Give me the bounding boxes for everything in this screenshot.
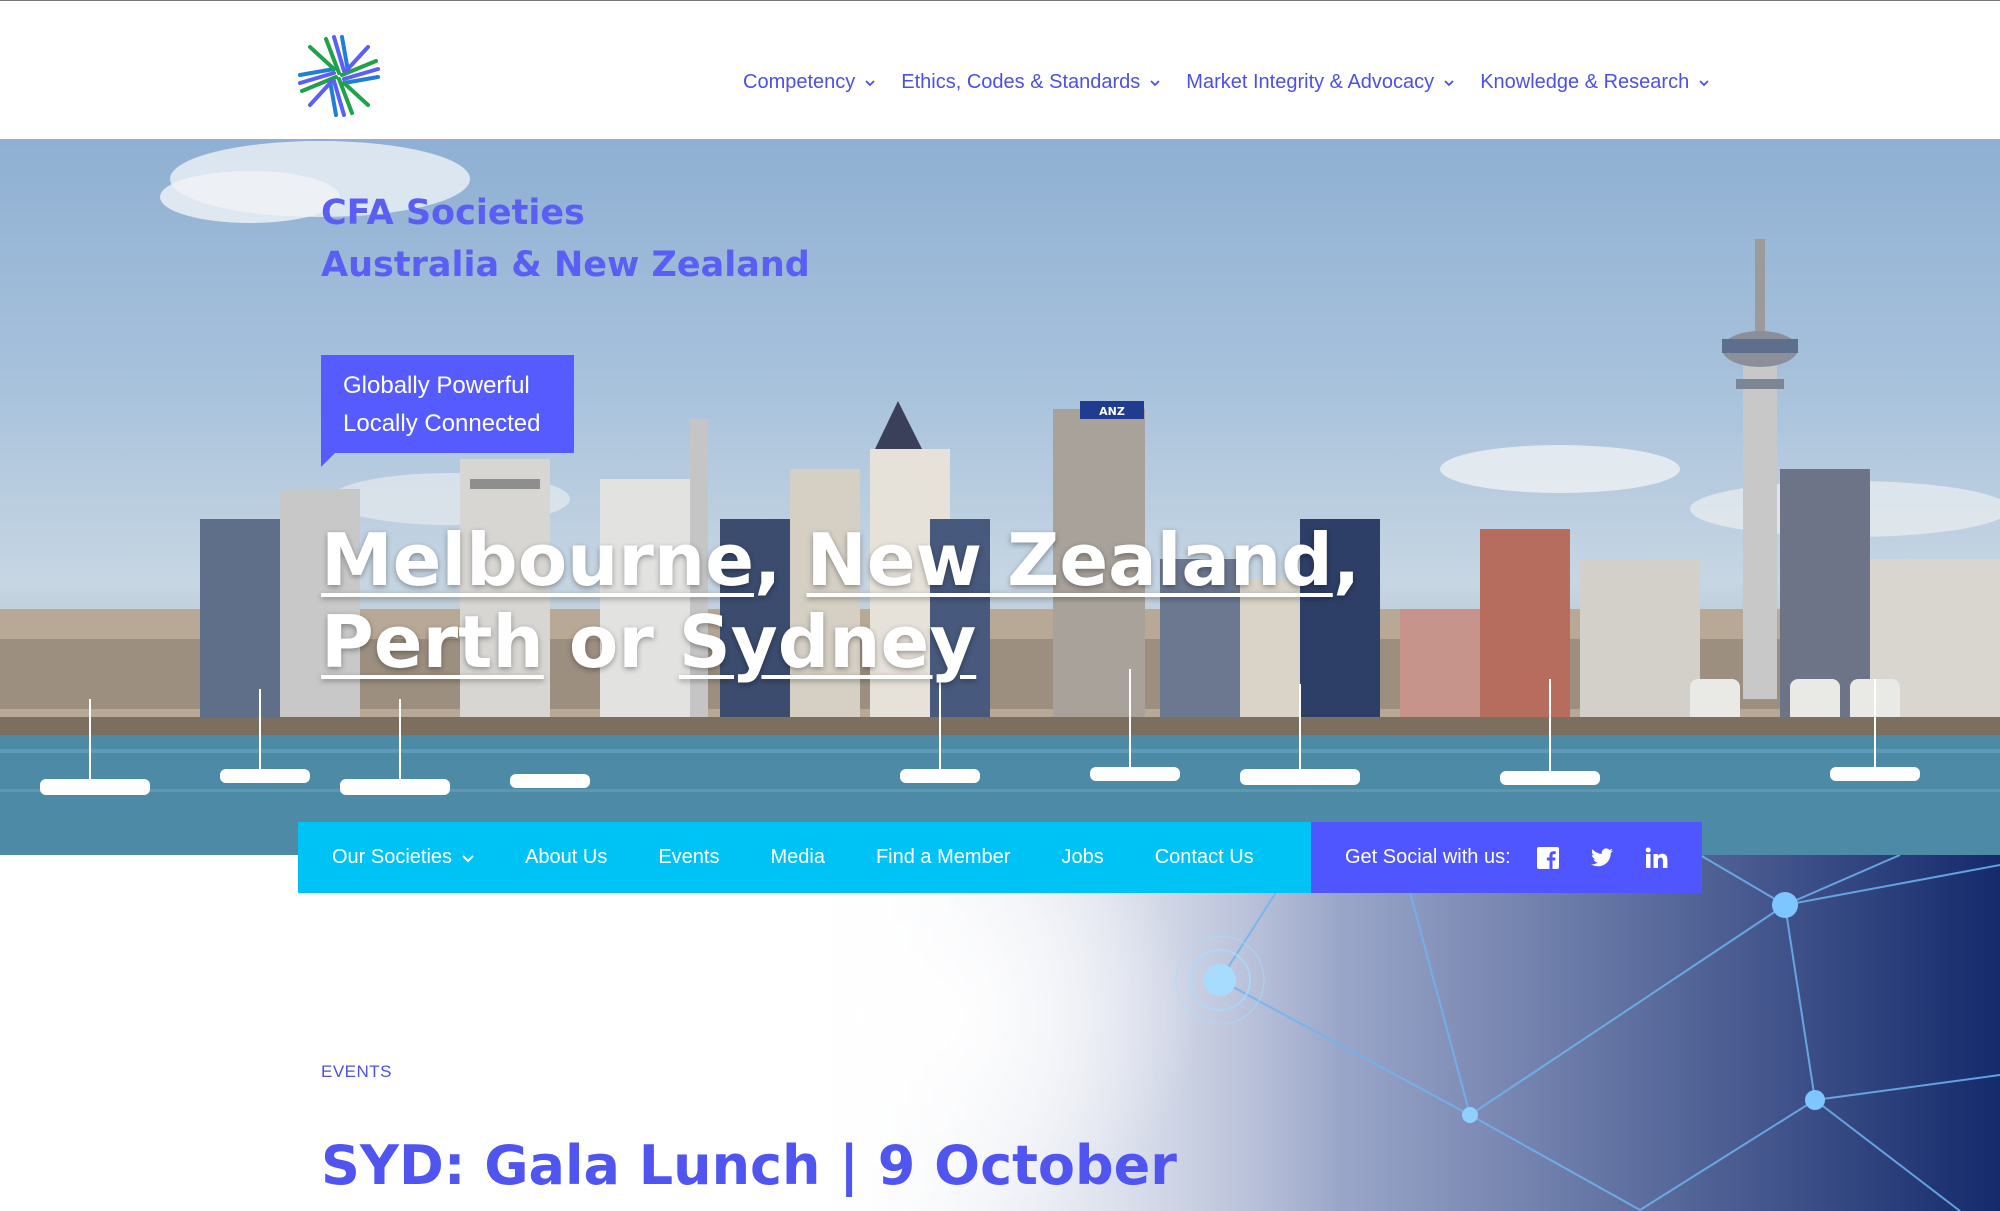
twitter-icon[interactable] xyxy=(1589,845,1615,871)
subnav-label: Our Societies xyxy=(332,846,453,868)
subnav-media[interactable]: Media xyxy=(770,846,824,869)
subnav-about-us[interactable]: About Us xyxy=(525,846,607,869)
subnav-contact-us[interactable]: Contact Us xyxy=(1155,846,1254,869)
subnav-jobs[interactable]: Jobs xyxy=(1061,846,1103,869)
subnav-our-societies[interactable]: Our Societies xyxy=(332,846,474,869)
hero-banner: ANZ CFA Societies Australia & New Zealan… xyxy=(0,139,2000,855)
tagline-badge: Globally Powerful Locally Connected xyxy=(321,355,574,453)
subnav-label: Events xyxy=(658,846,720,868)
social-bar: Get Social with us: xyxy=(1311,822,1702,893)
linkedin-icon[interactable] xyxy=(1643,845,1669,871)
hero-subtitle: CFA Societies Australia & New Zealand xyxy=(321,187,810,291)
nav-label: Market Integrity & Advocacy xyxy=(1186,71,1435,93)
nav-label: Knowledge & Research xyxy=(1480,71,1690,93)
chevron-down-icon xyxy=(1444,79,1454,86)
tagline-line1: Globally Powerful xyxy=(343,372,530,399)
nav-market-integrity[interactable]: Market Integrity & Advocacy xyxy=(1186,71,1454,94)
chevron-down-icon xyxy=(1150,79,1160,86)
city-separator: , xyxy=(754,518,807,602)
subnav-events[interactable]: Events xyxy=(658,846,719,869)
hero-subtitle-line1: CFA Societies xyxy=(321,193,585,233)
hero-cities-heading: Melbourne, New Zealand, Perth or Sydney xyxy=(321,519,1360,683)
chevron-down-icon xyxy=(1699,79,1709,86)
nav-label: Ethics, Codes & Standards xyxy=(901,71,1141,93)
social-label: Get Social with us: xyxy=(1345,846,1511,868)
city-separator: , xyxy=(1332,518,1361,602)
subnav-label: Contact Us xyxy=(1154,846,1254,868)
secondary-nav: Our Societies About Us Events Media Find… xyxy=(298,822,1311,893)
hero-subtitle-line2: Australia & New Zealand xyxy=(321,245,810,285)
site-header: Competency Ethics, Codes & Standards Mar… xyxy=(0,0,2000,139)
cfa-logo[interactable] xyxy=(296,33,382,119)
nav-ethics[interactable]: Ethics, Codes & Standards xyxy=(901,71,1160,94)
subnav-label: About Us xyxy=(525,846,608,868)
event-title-link[interactable]: SYD: Gala Lunch | 9 October xyxy=(321,1130,1177,1202)
subnav-label: Find a Member xyxy=(875,846,1011,868)
chevron-down-icon xyxy=(462,854,474,862)
subnav-label: Jobs xyxy=(1061,846,1104,868)
anz-sign: ANZ xyxy=(1099,405,1125,418)
city-link-perth[interactable]: Perth xyxy=(321,600,544,684)
subnav-find-a-member[interactable]: Find a Member xyxy=(876,846,1011,869)
city-skyline-image: ANZ xyxy=(0,141,2000,855)
nav-knowledge[interactable]: Knowledge & Research xyxy=(1480,71,1709,94)
tagline-badge-tail xyxy=(321,453,335,467)
section-label: EVENTS xyxy=(321,1062,393,1081)
city-link-new-zealand[interactable]: New Zealand xyxy=(806,518,1332,602)
nav-competency[interactable]: Competency xyxy=(743,71,875,94)
tagline-line2: Locally Connected xyxy=(343,410,541,437)
main-nav: Competency Ethics, Codes & Standards Mar… xyxy=(743,71,1735,94)
facebook-icon[interactable] xyxy=(1535,845,1561,871)
city-link-melbourne[interactable]: Melbourne xyxy=(321,518,754,602)
subnav-label: Media xyxy=(770,846,825,868)
nav-label: Competency xyxy=(743,71,856,93)
city-link-sydney[interactable]: Sydney xyxy=(679,600,976,684)
city-conjunction: or xyxy=(543,600,679,684)
chevron-down-icon xyxy=(865,79,875,86)
